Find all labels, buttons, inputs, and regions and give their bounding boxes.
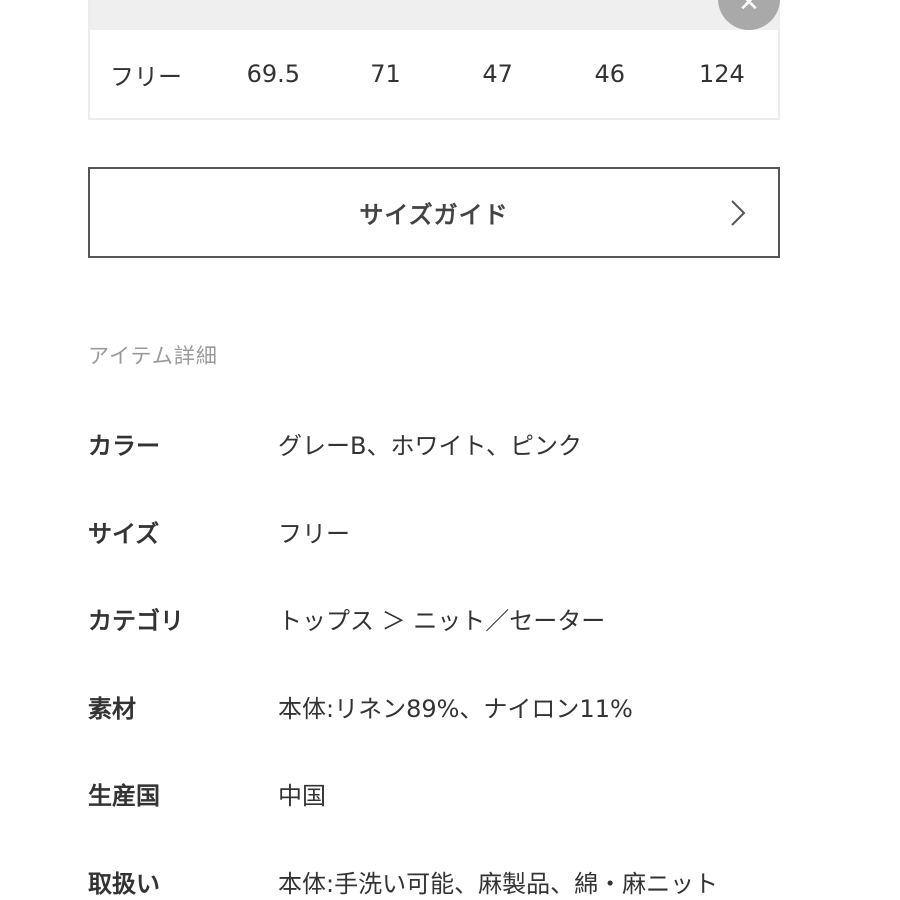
detail-row-material: 素材 本体:リネン89%、ナイロン11% xyxy=(88,683,848,771)
detail-label: 生産国 xyxy=(88,782,160,810)
detail-value: フリー xyxy=(278,519,350,548)
product-page: フリー 69.5 71 47 46 124 ✕ サイズガイド アイテム詳細 カラ… xyxy=(0,0,900,900)
detail-row-size: サイズ フリー xyxy=(88,508,848,596)
measure-cell: 71 xyxy=(370,60,401,88)
details-list: カラー グレーB、ホワイト、ピンク サイズ フリー カテゴリ トップス ＞ ニッ… xyxy=(88,420,848,900)
detail-value: トップス ＞ ニット／セーター xyxy=(278,607,606,635)
details-heading: アイテム詳細 xyxy=(88,344,218,368)
detail-label: 素材 xyxy=(88,694,136,723)
chevron-right-icon xyxy=(731,200,746,226)
detail-value: グレーB、ホワイト、ピンク xyxy=(278,432,582,460)
measure-cell: 47 xyxy=(482,60,513,88)
detail-label: サイズ xyxy=(88,519,160,548)
detail-label: カテゴリ xyxy=(88,607,184,635)
measure-cell: 46 xyxy=(594,60,626,88)
detail-label: 取扱い xyxy=(88,869,160,898)
detail-label: カラー xyxy=(88,432,160,460)
size-cell: フリー xyxy=(110,62,182,91)
measure-cell: 69.5 xyxy=(246,60,301,88)
detail-value: 中国 xyxy=(278,782,326,810)
detail-value: 本体:手洗い可能、麻製品、綿・麻ニット xyxy=(278,869,719,898)
size-guide-button[interactable]: サイズガイド xyxy=(88,167,780,258)
size-table-header xyxy=(90,0,778,30)
measure-cell: 124 xyxy=(698,60,745,88)
detail-value: 本体:リネン89%、ナイロン11% xyxy=(278,694,633,723)
close-icon: ✕ xyxy=(738,0,760,18)
detail-row-category: カテゴリ トップス ＞ ニット／セーター xyxy=(88,595,848,683)
size-guide-label: サイズガイド xyxy=(359,201,509,229)
detail-row-color: カラー グレーB、ホワイト、ピンク xyxy=(88,420,848,508)
table-row: フリー 69.5 71 47 46 124 xyxy=(90,30,778,118)
detail-row-origin: 生産国 中国 xyxy=(88,770,848,858)
size-table: フリー 69.5 71 47 46 124 xyxy=(88,0,780,120)
detail-row-care: 取扱い 本体:手洗い可能、麻製品、綿・麻ニット xyxy=(88,858,848,900)
